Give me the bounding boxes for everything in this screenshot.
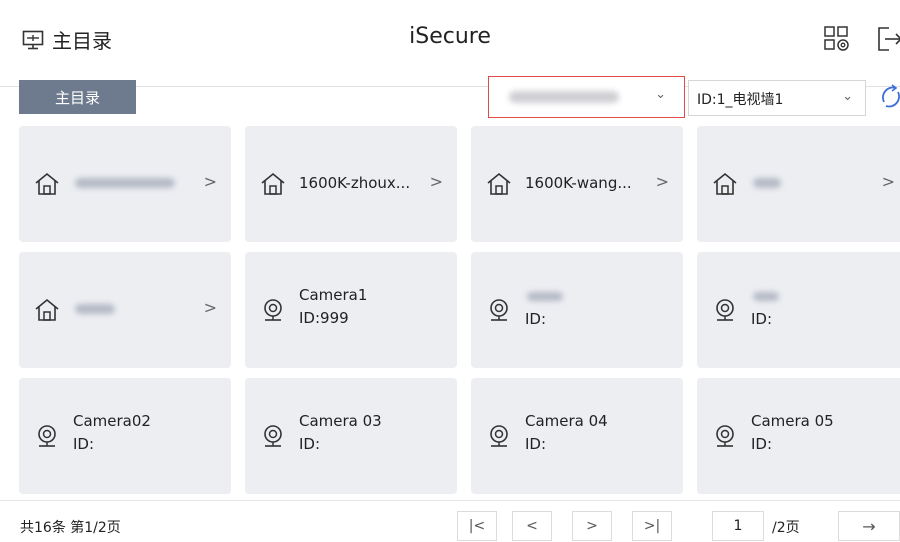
chevron-left-icon: < [526, 518, 538, 534]
logout-button[interactable] [872, 22, 900, 56]
record-count: 共16条 第1/2页 [20, 520, 121, 536]
camera-name: Camera1 [299, 286, 368, 304]
layout-settings-icon [824, 26, 849, 51]
chevron-right-icon: > [203, 172, 217, 191]
chevron-right-icon: > [881, 172, 895, 191]
home-icon [35, 172, 59, 195]
folder-name [75, 304, 115, 314]
home-icon [713, 172, 737, 195]
main-menu-label: 主目录 [52, 29, 112, 53]
camera-name: Camera02 [73, 412, 151, 430]
monitor-menu-icon [22, 30, 44, 49]
refresh-button[interactable] [878, 82, 900, 112]
camera-id: ID: [751, 310, 773, 328]
folder-card[interactable]: > [19, 252, 231, 368]
go-page-button[interactable]: → [838, 511, 900, 541]
last-page-icon: >| [643, 518, 661, 534]
camera-card[interactable]: Camera 05 ID: [697, 378, 900, 494]
chevron-down-icon: ⌄ [842, 89, 853, 104]
prev-page-button[interactable]: < [512, 511, 552, 541]
first-page-icon: |< [468, 518, 486, 534]
camera-card[interactable]: Camera1 ID:999 [245, 252, 457, 368]
camera-icon [264, 425, 282, 447]
camera-name: Camera 04 [525, 412, 608, 430]
camera-icon [264, 299, 282, 321]
camera-name [753, 292, 779, 301]
camera-card[interactable]: Camera 03 ID: [245, 378, 457, 494]
camera-card[interactable]: ID: [697, 252, 900, 368]
camera-card[interactable]: Camera02 ID: [19, 378, 231, 494]
layout-settings-button[interactable] [820, 22, 854, 56]
camera-id: ID: [525, 310, 547, 328]
arrow-right-icon: → [862, 516, 876, 536]
camera-icon [490, 425, 508, 447]
camera-id: ID: [73, 435, 95, 453]
camera-name [527, 292, 563, 301]
server-select[interactable]: ⌄ [488, 76, 685, 118]
pagination-bar: 共16条 第1/2页 |< < > >| 1 /2页 → [0, 500, 900, 542]
refresh-icon [882, 84, 900, 108]
chevron-right-icon: > [655, 172, 669, 191]
home-icon [261, 172, 285, 195]
logout-icon [878, 27, 900, 51]
chevron-right-icon: > [586, 518, 598, 534]
home-icon [487, 172, 511, 195]
top-bar: 主目录 iSecure [0, 0, 900, 87]
folder-card[interactable]: 1600K-wang... > [471, 126, 683, 242]
camera-id: ID: [299, 435, 321, 453]
folder-name: 1600K-wang... [525, 174, 632, 192]
folder-card[interactable]: 1600K-zhoux... > [245, 126, 457, 242]
camera-icon [490, 299, 508, 321]
breadcrumb-root[interactable]: 主目录 [19, 80, 136, 114]
server-select-value [509, 91, 619, 103]
folder-card[interactable]: > [697, 126, 900, 242]
app-title: iSecure [409, 24, 491, 49]
camera-icon [38, 425, 56, 447]
home-icon [35, 298, 59, 321]
main-menu-button[interactable]: 主目录 [22, 25, 112, 54]
folder-name [753, 178, 781, 188]
camera-icon [716, 425, 734, 447]
camera-id: ID:999 [299, 309, 349, 327]
folder-name: 1600K-zhoux... [299, 174, 411, 192]
camera-card[interactable]: Camera 04 ID: [471, 378, 683, 494]
first-page-button[interactable]: |< [457, 511, 497, 541]
video-wall-select-value: ID:1_电视墙1 [697, 92, 784, 108]
page-total: /2页 [772, 520, 800, 536]
camera-icon [716, 299, 734, 321]
last-page-button[interactable]: >| [632, 511, 672, 541]
next-page-button[interactable]: > [572, 511, 612, 541]
page-number-input[interactable]: 1 [712, 511, 764, 541]
camera-name: Camera 05 [751, 412, 834, 430]
camera-card[interactable]: ID: [471, 252, 683, 368]
chevron-down-icon: ⌄ [655, 87, 666, 102]
chevron-right-icon: > [429, 172, 443, 191]
chevron-right-icon: > [203, 298, 217, 317]
folder-name [75, 178, 175, 188]
camera-name: Camera 03 [299, 412, 382, 430]
folder-card[interactable]: > [19, 126, 231, 242]
video-wall-select[interactable]: ID:1_电视墙1 ⌄ [688, 80, 866, 116]
camera-id: ID: [525, 435, 547, 453]
camera-id: ID: [751, 435, 773, 453]
toolbar: 主目录 ⌄ ID:1_电视墙1 ⌄ [0, 76, 900, 118]
